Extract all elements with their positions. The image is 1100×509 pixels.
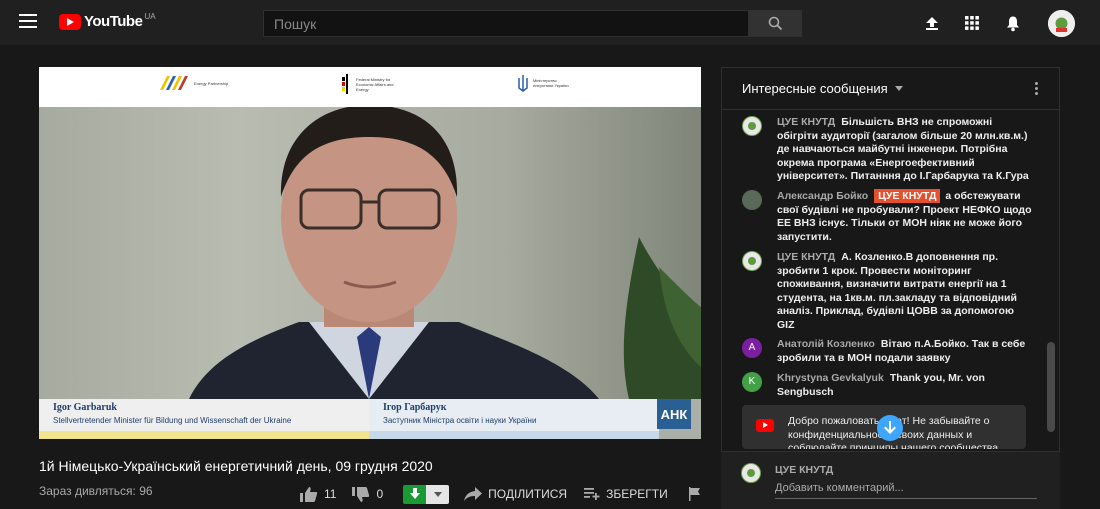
chat-message: ЦУЕ КНУТД А. Козленко.В доповнення пр. зр… <box>742 251 1032 332</box>
lower-third-left: Igor Garbaruk Stellvertretender Minister… <box>39 399 369 439</box>
chat-message: K Khrystyna Gevkalyuk Thank you, Mr. von … <box>742 372 1032 399</box>
search-button[interactable] <box>748 10 802 37</box>
logo-text: YouTube <box>84 13 143 30</box>
bell-icon[interactable] <box>1002 12 1024 34</box>
author-name[interactable]: ЦУЕ КНУТД <box>777 116 835 128</box>
video-title: 1й Німецько-Український енергетичний ден… <box>39 458 433 474</box>
apps-icon[interactable] <box>961 12 983 34</box>
playlist-add-icon <box>584 488 600 500</box>
account-avatar[interactable] <box>1048 10 1075 37</box>
mention-chip: ЦУЕ КНУТД <box>874 189 941 203</box>
like-button[interactable]: 11 <box>299 486 336 503</box>
youtube-play-icon <box>59 13 81 30</box>
menu-icon[interactable] <box>19 14 37 28</box>
chat-message: Александр Бойко ЦУЕ КНУТД а обстежувати с… <box>742 189 1032 244</box>
video-player[interactable]: Energy Partnership Federal Ministry for … <box>39 67 701 439</box>
user-name: ЦУЕ КНУТД <box>775 464 834 476</box>
thumbs-down-icon <box>352 486 370 502</box>
banner-logo2-text: Federal Ministry for Economic Affairs an… <box>356 76 394 92</box>
logo-region: UA <box>144 12 156 21</box>
author-avatar[interactable]: A <box>742 338 762 358</box>
arrow-down-icon <box>884 421 896 434</box>
more-options-icon[interactable] <box>1035 82 1039 97</box>
youtube-logo[interactable]: YouTube UA <box>59 12 156 30</box>
download-extension-button[interactable] <box>403 484 450 504</box>
search-box <box>263 10 748 37</box>
banner-logo3-text: Міністерство енергетики України <box>533 78 569 88</box>
lower-third: Igor Garbaruk Stellvertretender Minister… <box>39 399 701 439</box>
search-input[interactable] <box>274 15 738 32</box>
bmwi-logo: Federal Ministry for Economic Affairs an… <box>342 74 401 94</box>
author-avatar[interactable] <box>742 190 762 210</box>
author-name[interactable]: Александр Бойко <box>777 190 868 202</box>
save-button[interactable]: ЗБЕРЕГТИ <box>584 487 668 501</box>
author-avatar[interactable] <box>742 251 762 271</box>
author-name[interactable]: Khrystyna Gevkalyuk <box>777 372 884 384</box>
thumbs-up-icon <box>300 486 318 502</box>
banner-logo1-text: Energy Partnership <box>194 80 229 86</box>
view-count: Зараз дивляться: 96 <box>39 484 153 498</box>
energy-partnership-logo: Energy Partnership <box>158 74 239 92</box>
speaker-name-ua: Ігор Гарбарук <box>383 402 447 413</box>
video-frame <box>39 105 701 399</box>
dislike-button[interactable]: 0 <box>351 486 383 503</box>
share-button[interactable]: ПОДІЛИТИСЯ <box>464 487 567 501</box>
channel-badge: АНК <box>657 399 691 429</box>
chat-message: A Анатолій Козленко Вітаю п.А.Бойко. Так … <box>742 338 1032 365</box>
ministry-energy-logo: Міністерство енергетики України <box>517 74 578 92</box>
share-icon <box>464 487 483 501</box>
save-label: ЗБЕРЕГТИ <box>606 487 668 501</box>
chat-message: ЦУЕ КНУТД Більшість ВНЗ не спроможні обіг… <box>742 116 1032 184</box>
speaker-figure <box>189 105 701 399</box>
chat-input-area: ЦУЕ КНУТД Добавить комментарий... <box>721 451 1060 509</box>
download-icon[interactable] <box>403 484 427 504</box>
flag-icon <box>688 487 700 501</box>
chat-mode-label: Интересные сообщения <box>742 81 888 96</box>
author-avatar[interactable]: K <box>742 372 762 392</box>
dislike-count: 0 <box>376 487 384 501</box>
speaker-role-ua: Заступник Міністра освіти і науки Україн… <box>383 416 537 425</box>
upload-icon[interactable] <box>921 12 943 34</box>
share-label: ПОДІЛИТИСЯ <box>488 487 568 501</box>
chat-header[interactable]: Интересные сообщения <box>722 68 1059 110</box>
like-count: 11 <box>324 487 337 501</box>
report-button[interactable] <box>688 487 701 501</box>
chevron-down-icon[interactable] <box>426 484 450 504</box>
chat-scrollbar[interactable] <box>1047 342 1055 432</box>
scroll-to-bottom-button[interactable] <box>877 415 903 441</box>
speaker-name-de: Igor Garbaruk <box>53 402 117 413</box>
top-bar: YouTube UA <box>0 0 1100 45</box>
search-icon <box>768 16 782 31</box>
speaker-role-de: Stellvertretender Minister für Bildung u… <box>53 416 292 425</box>
youtube-icon <box>756 419 774 432</box>
caret-down-icon <box>894 86 903 91</box>
author-avatar[interactable] <box>742 116 762 136</box>
user-avatar <box>741 463 761 483</box>
video-actions: 11 0 ПОДІЛИТИСЯ ЗБЕРЕГТИ <box>299 483 701 505</box>
comment-input[interactable]: Добавить комментарий... <box>775 482 1037 499</box>
author-name[interactable]: Анатолій Козленко <box>777 338 875 350</box>
author-name[interactable]: ЦУЕ КНУТД <box>777 251 835 263</box>
lower-third-right: Ігор Гарбарук Заступник Міністра освіти … <box>369 399 659 439</box>
video-banner: Energy Partnership Federal Ministry for … <box>39 67 701 107</box>
